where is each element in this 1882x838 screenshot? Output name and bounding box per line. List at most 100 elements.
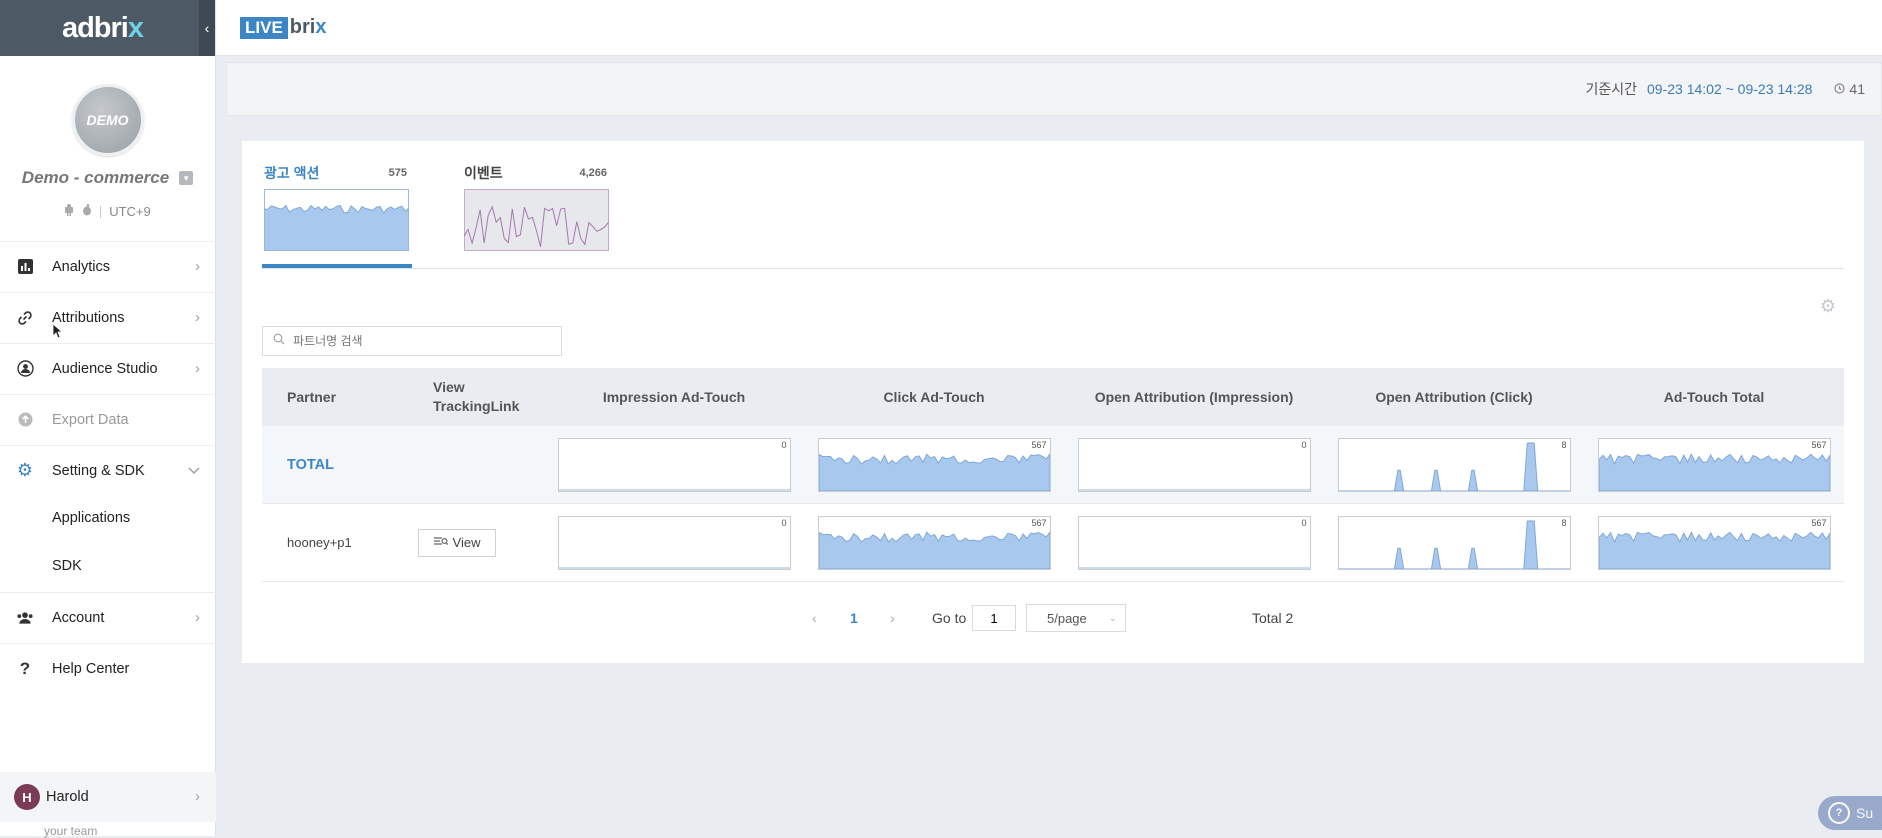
chevron-right-icon: › (195, 609, 200, 626)
impression-sparkline: 0 (557, 437, 791, 492)
open-click-sparkline: 8 (1337, 515, 1571, 570)
table-row-total: TOTAL 0 567 0 8 567 (262, 426, 1844, 504)
impression-sparkline: 0 (557, 515, 791, 570)
users-icon (16, 609, 34, 627)
active-tab-indicator (262, 264, 412, 268)
page-size-select[interactable]: 5/page ⌄ (1026, 603, 1126, 633)
chevron-right-icon: › (195, 309, 200, 326)
top-bar: LIVE bri x (216, 0, 1882, 56)
livebrix-logo[interactable]: LIVE bri x (240, 16, 326, 39)
click-cell: 567 (804, 503, 1064, 582)
tab-ad-action[interactable]: 광고 액션 575 (262, 163, 409, 273)
link-icon (16, 309, 34, 327)
total-count: Total 2 (1252, 610, 1294, 626)
open-impression-cell: 0 (1064, 426, 1324, 504)
page-number-button[interactable]: 1 (850, 603, 858, 633)
header-open-attribution-click[interactable]: Open Attribution (Click) (1324, 368, 1584, 426)
account-name-row: Demo - commerce ▼ (0, 168, 215, 188)
header-ad-touch-total[interactable]: Ad-Touch Total (1584, 368, 1844, 426)
menu-item-attributions[interactable]: Attributions › (0, 292, 216, 342)
pagination: ‹ 1 › Go to 5/page⌄ Total 2 (242, 603, 1864, 633)
header-click-ad-touch[interactable]: Click Ad-Touch (804, 368, 1064, 426)
android-icon (64, 204, 74, 219)
impression-cell: 0 (544, 503, 804, 582)
submenu-item-applications[interactable]: Applications (52, 510, 130, 526)
menu-item-account[interactable]: Account › (0, 592, 216, 642)
event-sparkline (464, 189, 609, 251)
adbrix-logo[interactable]: adbrix (62, 12, 144, 45)
table-settings-gear-icon[interactable]: ⚙ (1820, 296, 1836, 317)
menu-item-setting-sdk[interactable]: ⚙ Setting & SDK (0, 445, 216, 495)
sparkline-frame (464, 189, 609, 251)
menu-label: Setting & SDK (52, 462, 145, 479)
account-avatar: DEMO (71, 84, 144, 156)
account-dropdown-icon[interactable]: ▼ (179, 171, 194, 185)
menu-item-export-data[interactable]: Export Data (0, 394, 216, 444)
goto-page-input[interactable] (972, 605, 1016, 631)
cell-sparkline-svg (1338, 442, 1570, 491)
tab-label: 이벤트 (464, 165, 503, 181)
open-click-cell: 8 (1324, 426, 1584, 504)
partner-table: Partner View TrackingLink Impression Ad-… (262, 368, 1844, 582)
click-sparkline: 567 (817, 515, 1051, 570)
menu-item-analytics[interactable]: Analytics › (0, 241, 216, 291)
user-avatar: H (14, 784, 40, 810)
sparkline-area (818, 452, 1050, 491)
account-name: Demo - commerce (21, 168, 170, 187)
cell-sparkline-svg (1078, 567, 1310, 568)
cell-sparkline-svg (558, 567, 790, 568)
partner-name: TOTAL (262, 426, 408, 504)
table-header-row: Partner View TrackingLink Impression Ad-… (262, 368, 1844, 426)
sparkline-area (818, 530, 1050, 569)
menu-label: Export Data (52, 411, 129, 428)
chevron-right-icon: › (195, 258, 200, 275)
open-impression-sparkline: 0 (1077, 515, 1311, 570)
menu-item-audience-studio[interactable]: Audience Studio › (0, 343, 216, 393)
next-page-button[interactable]: › (890, 603, 895, 633)
header-partner[interactable]: Partner (262, 368, 408, 426)
user-menu[interactable]: H Harold › (0, 772, 216, 822)
tab-label: 광고 액션 (264, 165, 320, 181)
collapse-sidebar-button[interactable]: ‹ (199, 0, 215, 56)
refresh-counter[interactable]: 41 (1834, 81, 1865, 97)
total-cell: 567 (1584, 426, 1844, 504)
tab-event[interactable]: 이벤트 4,266 (462, 163, 609, 273)
reference-time-label: 기준시간 (1585, 81, 1637, 97)
view-tracking-cell: View (408, 503, 544, 582)
list-view-icon (433, 535, 448, 550)
reference-time-range: 09-23 14:02 ~ 09-23 14:28 (1647, 81, 1813, 97)
sparkline-peaks (1338, 442, 1570, 491)
question-icon: ? (19, 658, 31, 678)
gear-icon: ⚙ (16, 460, 34, 480)
sparkline-area (1598, 530, 1830, 569)
sparkline-peaks (1338, 520, 1570, 569)
platform-info: UTC+9 (0, 203, 215, 219)
partner-search[interactable] (262, 326, 562, 356)
tab-divider (262, 268, 1844, 269)
sparkline-area (1598, 452, 1830, 491)
search-icon (273, 332, 285, 350)
search-input[interactable] (291, 333, 555, 349)
header-impression-ad-touch[interactable]: Impression Ad-Touch (544, 368, 804, 426)
clock-icon (1834, 81, 1846, 97)
chevron-right-icon: › (195, 360, 200, 377)
menu-label: Attributions (52, 309, 125, 326)
view-trackinglink-button[interactable]: View (418, 528, 496, 557)
audience-icon (16, 360, 34, 378)
bar-chart-icon (16, 258, 34, 276)
chevron-right-icon: › (195, 789, 200, 805)
goto-page-field (972, 603, 1016, 633)
menu-label: Audience Studio (52, 360, 158, 377)
submenu-item-sdk[interactable]: SDK (52, 558, 82, 574)
cell-sparkline-svg (818, 452, 1050, 491)
click-sparkline: 567 (817, 437, 1051, 492)
chevron-left-icon: ‹ (204, 20, 210, 36)
total-cell: 567 (1584, 503, 1844, 582)
cell-sparkline-svg (1598, 530, 1830, 569)
chevron-down-icon: ⌄ (1108, 612, 1117, 624)
chevron-down-icon (188, 463, 200, 478)
header-open-attribution-impression[interactable]: Open Attribution (Impression) (1064, 368, 1324, 426)
prev-page-button[interactable]: ‹ (812, 603, 817, 633)
menu-item-help-center[interactable]: ? Help Center (0, 643, 216, 693)
support-button[interactable]: ? Su (1818, 796, 1882, 830)
